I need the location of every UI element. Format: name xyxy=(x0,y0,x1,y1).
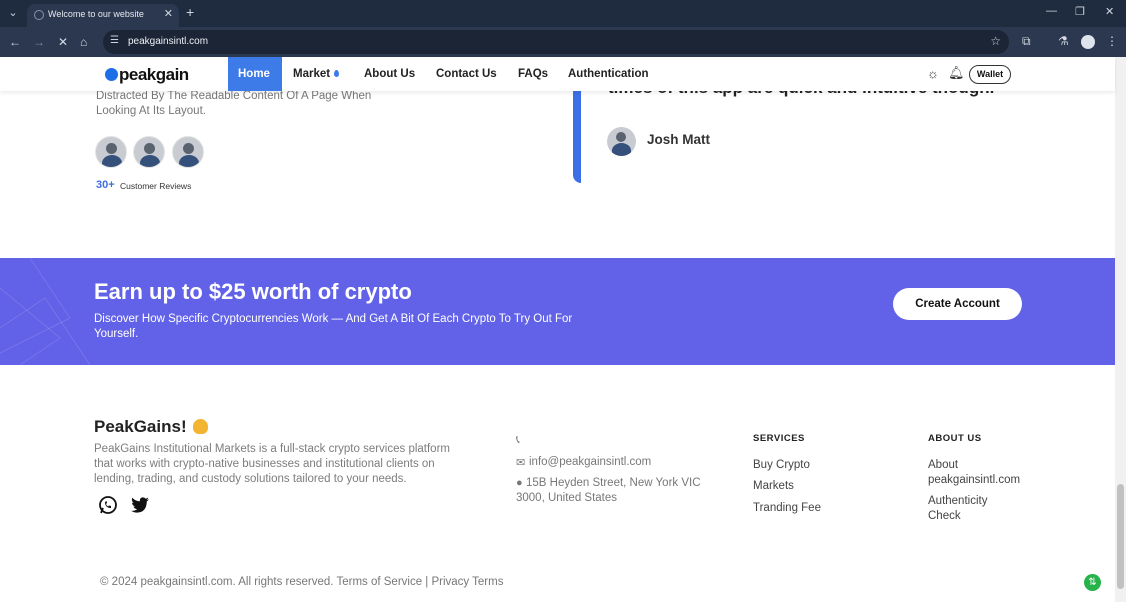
footer-link-authenticity-check[interactable]: Authenticity Check xyxy=(928,494,1018,524)
new-tab-icon[interactable]: + xyxy=(186,4,194,20)
forward-icon[interactable]: → xyxy=(33,35,45,49)
nav-market[interactable]: Market xyxy=(283,57,349,91)
footer-link-about[interactable]: About peakgainsintl.com xyxy=(928,458,1038,488)
home-icon[interactable]: ⌂ xyxy=(80,35,87,49)
twitter-icon[interactable] xyxy=(130,495,150,515)
money-bag-icon xyxy=(192,419,208,434)
browser-toolbar: ← → ✕ ⌂ ☰ peakgainsintl.com ☆ ⧉ ⚗ ⋮ xyxy=(0,27,1126,57)
testimonial-avatar xyxy=(607,127,636,156)
extensions-icon[interactable]: ⧉ xyxy=(1022,34,1031,49)
footer-link-markets[interactable]: Markets xyxy=(753,479,794,494)
site-info-icon[interactable]: ☰ xyxy=(110,35,119,46)
banner-subtitle: Discover How Specific Cryptocurrencies W… xyxy=(94,313,573,340)
footer-link-buy-crypto[interactable]: Buy Crypto xyxy=(753,458,810,473)
nav-contact-us[interactable]: Contact Us xyxy=(426,57,507,91)
bookmark-star-icon[interactable]: ☆ xyxy=(990,34,1001,48)
wallet-button[interactable]: Wallet xyxy=(969,65,1011,84)
back-icon[interactable]: ← xyxy=(9,35,21,49)
services-heading: SERVICES xyxy=(753,433,805,444)
tab-loading-icon xyxy=(34,10,44,20)
page-scrollbar[interactable] xyxy=(1115,57,1126,602)
menu-icon[interactable]: ⋮ xyxy=(1106,34,1118,48)
testimonial-accent-bar xyxy=(573,91,581,183)
logo-mark-icon xyxy=(105,68,118,81)
labs-icon[interactable]: ⚗ xyxy=(1058,34,1069,48)
create-account-button[interactable]: Create Account xyxy=(893,288,1022,320)
footer-brand: PeakGains! xyxy=(94,417,208,437)
footer-brand-text: PeakGains! xyxy=(94,417,187,436)
site-logo[interactable]: peakgain xyxy=(105,65,189,85)
address-bar[interactable]: ☰ peakgainsintl.com ☆ xyxy=(103,30,1009,54)
close-window-icon[interactable]: ✕ xyxy=(1105,5,1114,18)
logo-text: peakgain xyxy=(119,65,189,84)
reviewer-avatar xyxy=(172,136,204,168)
about-heading: ABOUT US xyxy=(928,433,982,444)
browser-tab-bar: ⌄ Welcome to our website ✕ + — ❐ ✕ xyxy=(0,0,1126,27)
envelope-icon: ✉ xyxy=(516,457,526,469)
scrollbar-thumb[interactable] xyxy=(1117,484,1124,589)
restore-icon[interactable]: ❐ xyxy=(1075,5,1085,18)
profile-avatar-icon[interactable] xyxy=(1081,35,1095,49)
footer-email[interactable]: info@peakgainsintl.com xyxy=(529,455,651,470)
hero-paragraph: Distracted By The Readable Content Of A … xyxy=(96,90,372,117)
review-count: 30+ xyxy=(96,179,115,191)
notification-bell-icon[interactable]: 🔔︎ xyxy=(948,65,965,81)
reviewer-avatar xyxy=(95,136,127,168)
site-navbar: peakgain Home Market About Us Contact Us… xyxy=(0,57,1115,91)
testimonial-author: Josh Matt xyxy=(647,132,711,147)
whatsapp-icon[interactable] xyxy=(98,495,118,515)
banner-title: Earn up to $25 worth of crypto xyxy=(94,279,412,304)
nav-faqs[interactable]: FAQs xyxy=(508,57,558,91)
tab-title: Welcome to our website xyxy=(48,9,144,19)
minimize-icon[interactable]: — xyxy=(1046,5,1057,17)
dropdown-drop-icon xyxy=(334,70,340,77)
theme-toggle-sun-icon[interactable]: ☼ xyxy=(927,66,939,81)
tab-search-icon[interactable]: ⌄ xyxy=(4,4,22,22)
footer-link-trading-fee[interactable]: Tranding Fee xyxy=(753,501,821,516)
nav-about-us[interactable]: About Us xyxy=(354,57,425,91)
stop-loading-icon[interactable]: ✕ xyxy=(58,35,68,49)
footer-description: PeakGains Institutional Markets is a ful… xyxy=(94,443,450,485)
url-text: peakgainsintl.com xyxy=(128,36,209,47)
promo-banner: Earn up to $25 worth of crypto Discover … xyxy=(0,258,1115,365)
phone-icon: 📞︎ xyxy=(516,434,520,446)
browser-tab[interactable]: Welcome to our website ✕ xyxy=(27,4,179,27)
nav-market-label: Market xyxy=(293,68,331,80)
nav-home[interactable]: Home xyxy=(228,57,282,91)
tab-close-icon[interactable]: ✕ xyxy=(164,7,173,20)
nav-authentication[interactable]: Authentication xyxy=(558,57,659,91)
review-label: Customer Reviews xyxy=(120,181,192,191)
swap-fab-icon[interactable]: ⇅ xyxy=(1084,574,1101,591)
footer-address: 15B Heyden Street, New York VIC 3000, Un… xyxy=(516,477,701,504)
copyright-text: © 2024 peakgainsintl.com. All rights res… xyxy=(100,576,504,588)
reviewer-avatar xyxy=(133,136,165,168)
